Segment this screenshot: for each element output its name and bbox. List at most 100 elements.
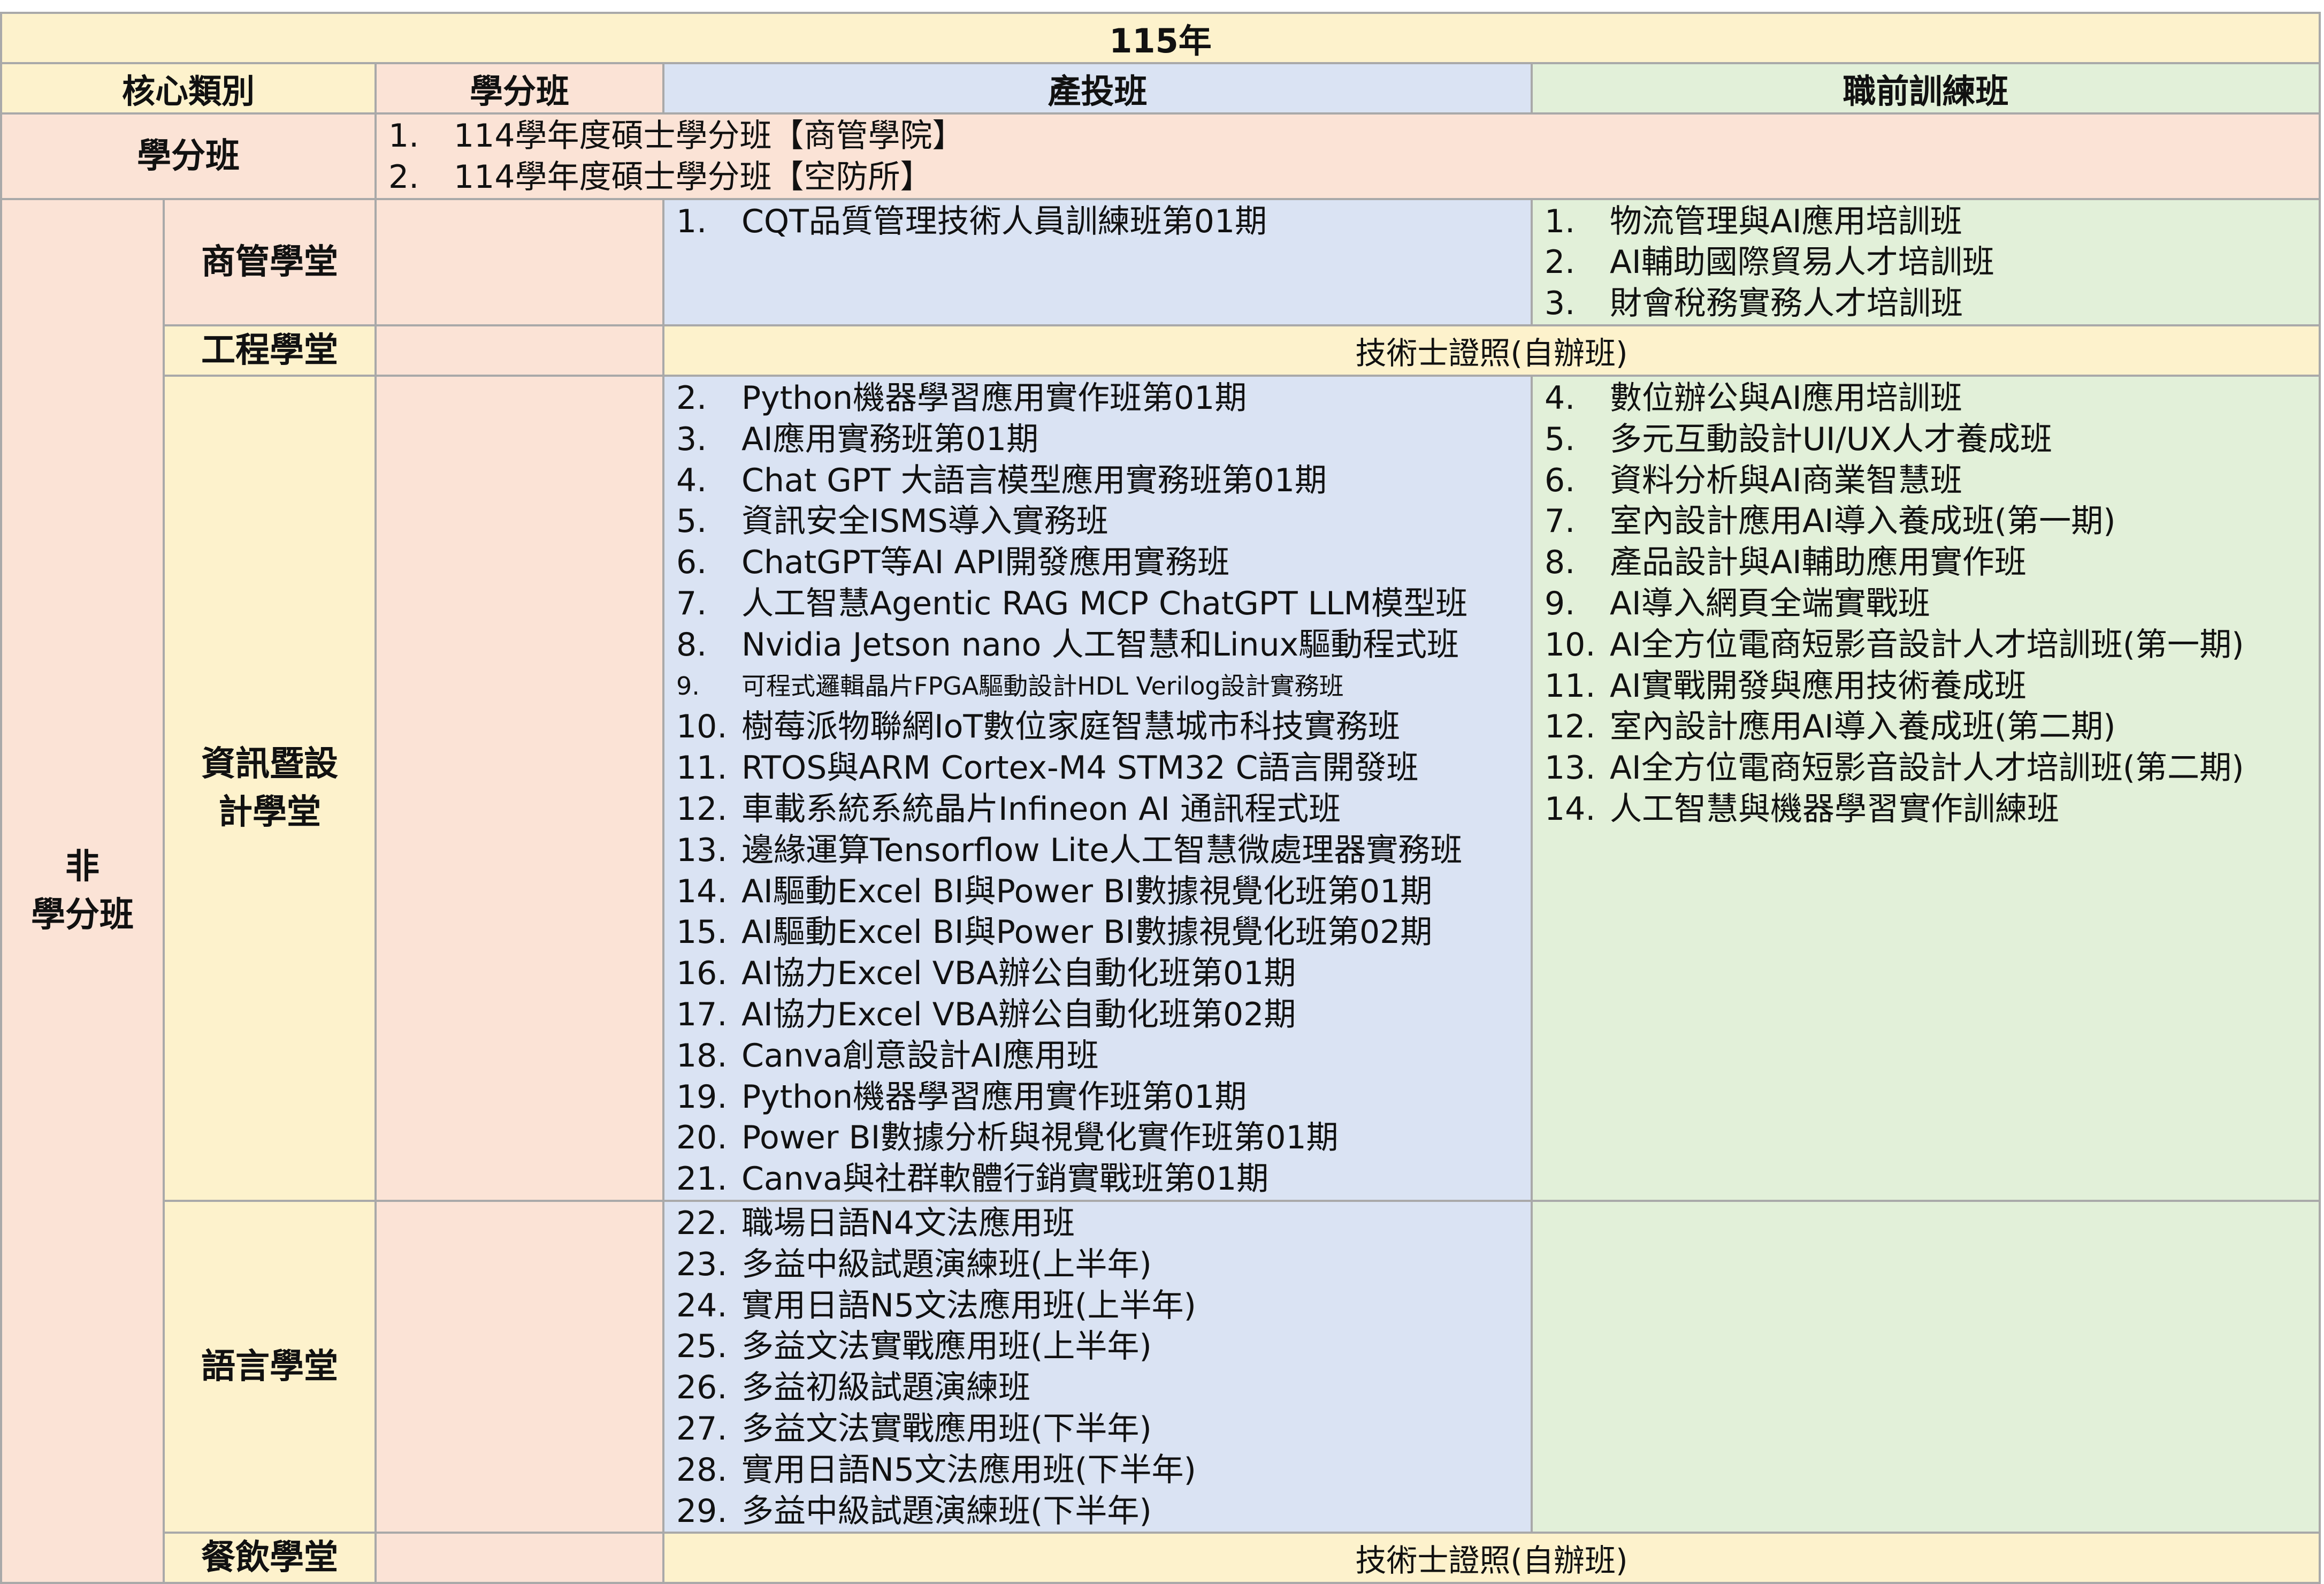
credit-program-list: 1. 114學年度碩士學分班【商管學院】 2. 114學年度碩士學分班【空防所】 [377, 115, 2319, 198]
item-number: 11. [676, 749, 728, 787]
item-text: CQT品質管理技術人員訓練班第01期 [741, 202, 1267, 240]
item-number: 21. [676, 1160, 728, 1198]
item-number: 7. [1545, 502, 1576, 540]
list-item: 28. 實用日語N5文法應用班(下半年) [676, 1450, 1531, 1491]
list-item: 4. 數位辦公與AI應用培訓班 [1545, 378, 2319, 419]
list-item: 2. AI輔助國際貿易人才培訓班 [1545, 242, 2319, 283]
list-item: 13. 邊緣運算Tensorflow Lite人工智慧微處理器實務班 [676, 830, 1531, 871]
it-design-industry-list: 2. Python機器學習應用實作班第01期 3. AI應用實務班第01期 4. Ch… [664, 377, 1531, 1200]
item-number: 6. [1545, 461, 1576, 499]
list-item: 9. 可程式邏輯晶片FPGA驅動設計HDL Verilog設計實務班 [676, 666, 1531, 707]
item-number: 9. [1545, 584, 1576, 622]
list-item: 5. 資訊安全ISMS導入實務班 [676, 501, 1531, 542]
item-text: 114學年度碩士學分班【空防所】 [454, 158, 932, 196]
list-item: 19. Python機器學習應用實作班第01期 [676, 1077, 1531, 1118]
item-number: 2. [388, 158, 419, 196]
item-number: 28. [676, 1451, 728, 1489]
item-number: 5. [1545, 420, 1576, 458]
it-design-pretraining-list: 4. 數位辦公與AI應用培訓班 5. 多元互動設計UI/UX人才養成班 6. 資料分析… [1533, 377, 2319, 830]
item-number: 2. [676, 379, 707, 417]
business-pretraining-list: 1. 物流管理與AI應用培訓班 2. AI輔助國際貿易人才培訓班 3. 財會稅務實務人… [1533, 200, 2319, 324]
item-number: 24. [676, 1286, 728, 1324]
item-text: AI全方位電商短影音設計人才培訓班(第二期) [1610, 749, 2244, 787]
item-text: AI全方位電商短影音設計人才培訓班(第一期) [1610, 626, 2244, 664]
item-text: AI驅動Excel BI與Power BI數據視覺化班第02期 [741, 913, 1433, 951]
business-pretraining-cell: 1. 物流管理與AI應用培訓班 2. AI輔助國際貿易人才培訓班 3. 財會稅務實務人… [1530, 197, 2321, 326]
list-item: 4. Chat GPT 大語言模型應用實務班第01期 [676, 460, 1531, 501]
item-number: 25. [676, 1328, 728, 1366]
item-number: 3. [1545, 285, 1576, 323]
engineering-credit-cell [374, 324, 664, 377]
school-culinary: 餐飲學堂 [163, 1532, 377, 1584]
item-text: 邊緣運算Tensorflow Lite人工智慧微處理器實務班 [741, 831, 1463, 869]
list-item: 7. 人工智慧Agentic RAG MCP ChatGPT LLM模型班 [676, 583, 1531, 625]
list-item: 12. 車載系統系統晶片Infineon AI 通訊程式班 [676, 789, 1531, 830]
list-item: 14. AI驅動Excel BI與Power BI數據視覺化班第01期 [676, 871, 1531, 912]
item-number: 15. [676, 913, 728, 951]
item-text: 多益文法實戰應用班(下半年) [741, 1410, 1152, 1448]
list-item: 9. AI導入網頁全端實戰班 [1545, 583, 2319, 625]
business-industry-list: 1. CQT品質管理技術人員訓練班第01期 [664, 200, 1531, 242]
list-item: 2. 114學年度碩士學分班【空防所】 [388, 157, 2319, 198]
it-design-industry-cell: 2. Python機器學習應用實作班第01期 3. AI應用實務班第01期 4. Ch… [662, 374, 1533, 1202]
list-item: 3. AI應用實務班第01期 [676, 419, 1531, 460]
item-number: 19. [676, 1078, 728, 1116]
list-item: 17. AI協力Excel VBA辦公自動化班第02期 [676, 994, 1531, 1035]
school-language: 語言學堂 [163, 1199, 377, 1534]
list-item: 26. 多益初級試題演練班 [676, 1367, 1531, 1408]
item-text: Canva創意設計AI應用班 [741, 1037, 1099, 1075]
list-item: 15. AI驅動Excel BI與Power BI數據視覺化班第02期 [676, 912, 1531, 953]
item-text: Power BI數據分析與視覺化實作班第01期 [741, 1119, 1339, 1157]
list-item: 14. 人工智慧與機器學習實作訓練班 [1545, 789, 2319, 830]
item-text: AI應用實務班第01期 [741, 420, 1039, 458]
item-text: AI輔助國際貿易人才培訓班 [1610, 243, 1994, 281]
item-text: 職場日語N4文法應用班 [741, 1204, 1075, 1242]
item-number: 11. [1545, 667, 1596, 705]
item-text: 車載系統系統晶片Infineon AI 通訊程式班 [741, 790, 1341, 828]
item-text: RTOS與ARM Cortex-M4 STM32 C語言開發班 [741, 749, 1419, 787]
item-text: 114學年度碩士學分班【商管學院】 [454, 117, 965, 155]
item-text: Canva與社群軟體行銷實戰班第01期 [741, 1160, 1269, 1198]
item-text: 室內設計應用AI導入養成班(第一期) [1610, 502, 2116, 540]
item-text: 樹莓派物聯網IoT數位家庭智慧城市科技實務班 [741, 708, 1401, 746]
item-text: 多元互動設計UI/UX人才養成班 [1610, 420, 2052, 458]
list-item: 7. 室內設計應用AI導入養成班(第一期) [1545, 501, 2319, 542]
item-text: AI協力Excel VBA辦公自動化班第01期 [741, 955, 1296, 993]
item-text: Python機器學習應用實作班第01期 [741, 1078, 1247, 1116]
item-number: 20. [676, 1119, 728, 1157]
language-industry-cell: 22. 職場日語N4文法應用班 23. 多益中級試題演練班(上半年) 24. 實用日語… [662, 1199, 1533, 1534]
item-text: 資料分析與AI商業智慧班 [1610, 461, 1962, 499]
header-core-category: 核心類別 [0, 62, 377, 115]
list-item: 11. AI實戰開發與應用技術養成班 [1545, 666, 2319, 707]
item-number: 10. [676, 708, 728, 746]
list-item: 20. Power BI數據分析與視覺化實作班第01期 [676, 1117, 1531, 1159]
item-number: 16. [676, 955, 728, 993]
list-item: 18. Canva創意設計AI應用班 [676, 1035, 1531, 1077]
item-number: 5. [676, 502, 707, 540]
item-text: 實用日語N5文法應用班(下半年) [741, 1451, 1196, 1489]
item-number: 18. [676, 1037, 728, 1075]
school-business: 商管學堂 [163, 197, 377, 326]
list-item: 21. Canva與社群軟體行銷實戰班第01期 [676, 1159, 1531, 1200]
category-noncredit: 非 學分班 [0, 197, 165, 1584]
list-item: 27. 多益文法實戰應用班(下半年) [676, 1408, 1531, 1450]
item-number: 9. [676, 671, 700, 700]
list-item: 12. 室內設計應用AI導入養成班(第二期) [1545, 706, 2319, 748]
header-credit: 學分班 [374, 62, 664, 115]
list-item: 6. 資料分析與AI商業智慧班 [1545, 460, 2319, 501]
item-number: 12. [676, 790, 728, 828]
item-number: 6. [676, 544, 707, 582]
list-item: 11. RTOS與ARM Cortex-M4 STM32 C語言開發班 [676, 748, 1531, 789]
item-number: 8. [676, 626, 707, 664]
item-text: AI實戰開發與應用技術養成班 [1610, 667, 2027, 705]
item-number: 1. [388, 117, 419, 155]
language-credit-cell [374, 1199, 664, 1534]
engineering-merged-cell: 技術士證照(自辦班) [662, 324, 2321, 377]
course-table-wrapper: 115年 核心類別 學分班 產投班 職前訓練班 學分班 1. 114學年度碩士學分… [0, 12, 2321, 1584]
item-text: 多益初級試題演練班 [741, 1369, 1030, 1407]
it-design-pretraining-cell: 4. 數位辦公與AI應用培訓班 5. 多元互動設計UI/UX人才養成班 6. 資料分析… [1530, 374, 2321, 1202]
list-item: 13. AI全方位電商短影音設計人才培訓班(第二期) [1545, 748, 2319, 789]
business-credit-cell [374, 197, 664, 326]
list-item: 3. 財會稅務實務人才培訓班 [1545, 283, 2319, 324]
item-text: Python機器學習應用實作班第01期 [741, 379, 1247, 417]
